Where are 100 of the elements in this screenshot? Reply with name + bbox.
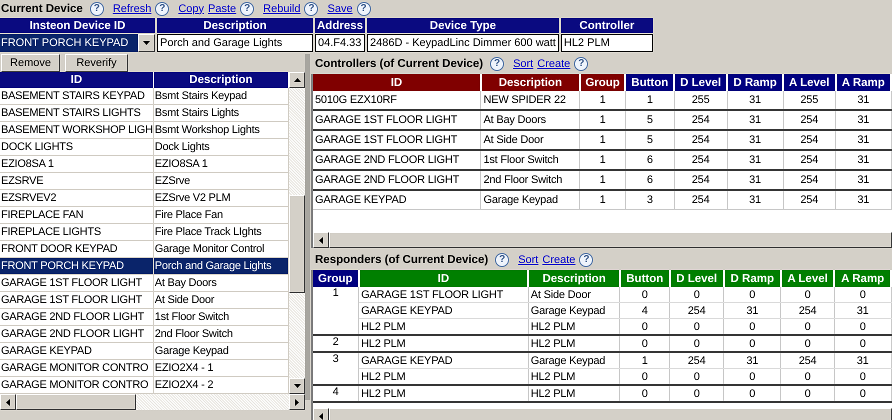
table-cell: Bsmt Workshop Lights <box>153 122 288 138</box>
device-row[interactable]: BASEMENT STAIRS KEYPAD Bsmt Stairs Keypad <box>0 88 288 104</box>
column-header: ID <box>358 270 528 287</box>
toolbar-link[interactable]: Sort <box>513 58 534 70</box>
left-arrow-icon <box>319 412 323 420</box>
column-header: Device Type <box>367 18 559 33</box>
table-cell: FRONT PORCH KEYPAD <box>0 258 154 274</box>
table-cell: 31 <box>724 302 781 318</box>
table-cell: 4 <box>620 302 670 318</box>
table-cell: 31 <box>727 110 783 130</box>
help-icon[interactable]: ? <box>356 2 371 16</box>
table-cell: 6 <box>625 170 674 190</box>
table-cell: EZIO2X4 - 1 <box>153 360 288 376</box>
device-row[interactable]: GARAGE MONITOR CONTRO EZIO2X4 - 1 <box>0 360 288 376</box>
device-row[interactable]: EZSRVE EZSrve <box>0 172 288 190</box>
table-cell: 1 <box>313 287 359 335</box>
device-row[interactable]: DOCK LIGHTS Dock Lights <box>0 138 288 156</box>
table-cell: 31 <box>836 170 891 190</box>
table-cell: At Bay Doors <box>153 274 288 292</box>
device-row[interactable]: FIREPLACE LIGHTS Fire Place Track LIghts <box>0 224 288 240</box>
device-row[interactable]: BASEMENT STAIRS LIGHTS Bsmt Stairs Lights <box>0 104 288 122</box>
device-row[interactable]: GARAGE 1ST FLOOR LIGHT At Bay Doors <box>0 274 288 292</box>
table-cell: HL2 PLM <box>528 335 620 352</box>
table-cell: Garage Keypad <box>528 352 620 368</box>
table-cell: 254 <box>674 130 728 150</box>
device-row[interactable]: BASEMENT WORKSHOP LIGH Bsmt Workshop Lights <box>0 122 288 138</box>
toolbar-link[interactable]: Paste <box>208 2 236 14</box>
device-row[interactable]: EZSRVEV2 EZSrve V2 PLM <box>0 190 288 206</box>
toolbar-button[interactable]: Reverify <box>65 54 128 72</box>
table-cell: 1st Floor Switch <box>153 308 288 326</box>
device-row[interactable]: GARAGE 2ND FLOOR LIGHT 1st Floor Switch <box>0 308 288 326</box>
help-icon[interactable]: ? <box>240 2 254 16</box>
help-icon[interactable]: ? <box>490 57 504 71</box>
toolbar-link[interactable]: Refresh <box>112 2 152 14</box>
table-cell: 0 <box>834 318 891 335</box>
table-cell: GARAGE 2ND FLOOR LIGHT <box>313 170 481 190</box>
device-dropdown[interactable]: FRONT PORCH KEYPAD <box>0 34 155 52</box>
toolbar-link[interactable]: Create <box>537 58 570 70</box>
help-icon[interactable]: ? <box>495 253 510 267</box>
column-header: D Ramp <box>724 270 781 287</box>
horizontal-scrollbar[interactable] <box>313 232 892 248</box>
device-row[interactable]: EZIO8SA 1 EZIO8SA 1 <box>0 156 288 172</box>
device-row[interactable]: FRONT PORCH KEYPAD Porch and Garage Lights <box>0 258 288 274</box>
toolbar-link[interactable]: Save <box>327 2 353 14</box>
column-header: Description <box>480 74 580 91</box>
table-cell: GARAGE 1ST FLOOR LIGHT <box>313 130 481 150</box>
table-cell: HL2 PLM <box>528 318 620 335</box>
toolbar-link[interactable]: Copy <box>178 2 204 14</box>
column-header: A Level <box>780 270 834 287</box>
toolbar-link[interactable]: Sort <box>518 254 538 266</box>
column-header: D Level <box>670 270 724 287</box>
vertical-scrollbar[interactable] <box>289 72 305 394</box>
table-cell: 254 <box>674 190 728 210</box>
table-cell: GARAGE 2ND FLOOR LIGHT <box>313 150 481 170</box>
device-row[interactable]: GARAGE 1ST FLOOR LIGHT At Side Door <box>0 292 288 308</box>
dropdown-arrow-icon <box>143 41 150 45</box>
table-cell: 1 <box>580 190 626 210</box>
table-cell: 3 <box>625 190 674 210</box>
device-row[interactable]: GARAGE KEYPAD Garage Keypad <box>0 342 288 360</box>
address-field[interactable]: 04.F4.33 <box>315 34 365 52</box>
table-cell: EZIO8SA 1 <box>0 156 154 172</box>
toolbar-link[interactable]: Rebuild <box>263 2 300 14</box>
table-cell: GARAGE KEYPAD <box>0 342 154 360</box>
table-cell: GARAGE KEYPAD <box>358 352 528 368</box>
help-icon[interactable]: ? <box>574 57 588 71</box>
up-arrow-icon <box>294 78 300 82</box>
table-cell: 31 <box>836 130 891 150</box>
table-cell: NEW SPIDER 22 <box>480 91 580 110</box>
table-cell: 31 <box>724 352 781 368</box>
device-type-field[interactable]: 2486D - KeypadLinc Dimmer 600 watt <box>367 34 559 52</box>
table-cell: Bsmt Stairs Lights <box>153 104 288 122</box>
table-cell: EZSrve <box>153 172 288 190</box>
controller-field[interactable]: HL2 PLM <box>560 34 653 52</box>
help-icon[interactable]: ? <box>579 253 594 267</box>
help-icon[interactable]: ? <box>90 2 104 16</box>
column-header: ID <box>313 74 481 91</box>
column-header: A Level <box>783 74 836 91</box>
table-cell: 254 <box>674 110 728 130</box>
horizontal-scrollbar[interactable] <box>313 408 892 420</box>
table-cell: Garage Keypad <box>480 190 580 210</box>
table-cell: HL2 PLM <box>358 385 528 402</box>
toolbar-button[interactable]: Remove <box>1 54 60 72</box>
table-cell: 31 <box>836 190 891 210</box>
table-cell: Bsmt Stairs Keypad <box>153 88 288 104</box>
table-cell: 0 <box>724 335 781 352</box>
table-cell: 254 <box>670 352 724 368</box>
device-row[interactable]: FIREPLACE FAN Fire Place Fan <box>0 206 288 224</box>
table-cell: 0 <box>620 368 670 385</box>
table-cell: 1 <box>580 170 626 190</box>
table-cell: 5010G EZX10RF <box>313 91 481 110</box>
horizontal-scrollbar[interactable] <box>0 394 305 410</box>
table-cell: 3 <box>313 352 359 385</box>
toolbar-link[interactable]: Create <box>542 254 576 266</box>
device-row[interactable]: GARAGE 2ND FLOOR LIGHT 2nd Floor Switch <box>0 326 288 342</box>
table-cell: GARAGE MONITOR CONTRO <box>0 360 154 376</box>
table-cell: 2 <box>313 335 359 352</box>
description-field[interactable]: Porch and Garage Lights <box>157 34 313 52</box>
help-icon[interactable]: ? <box>155 2 170 16</box>
help-icon[interactable]: ? <box>304 2 318 16</box>
table-cell: 0 <box>780 385 834 402</box>
